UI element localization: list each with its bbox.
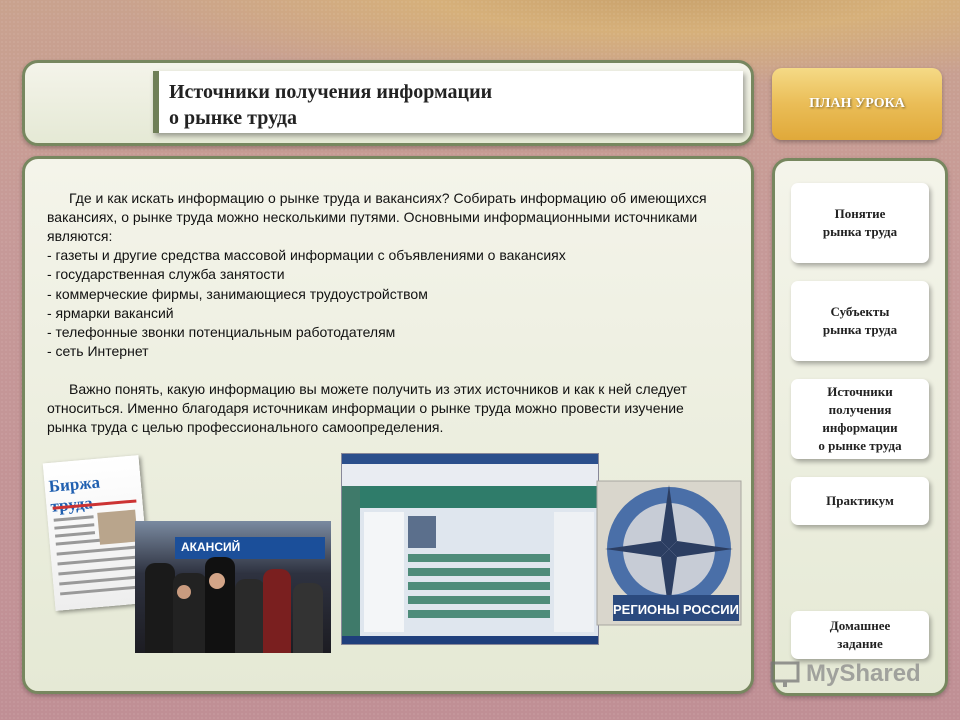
site-row	[408, 568, 550, 576]
intro-paragraph: Где и как искать информацию о рынке труд…	[47, 190, 707, 244]
nav-button-practicum[interactable]: Практикум	[791, 477, 929, 525]
nav-button-homework[interactable]: Домашнее задание	[791, 611, 929, 659]
navigation-panel: Понятие рынка труда Субъекты рынка труда…	[772, 158, 948, 696]
person-figure	[263, 569, 291, 653]
site-right-column	[554, 512, 594, 632]
site-row	[408, 610, 550, 618]
lesson-plan-button[interactable]: ПЛАН УРОКА	[772, 68, 942, 140]
person-figure	[235, 579, 265, 653]
taskbar	[342, 636, 598, 644]
site-row	[408, 582, 550, 590]
watermark: MyShared	[770, 656, 921, 692]
website-screenshot	[341, 453, 599, 645]
face	[177, 585, 191, 599]
face	[209, 573, 225, 589]
newspaper-line	[57, 555, 142, 566]
title-box: Источники получения информации о рынке т…	[153, 71, 743, 133]
content-text: Где и как искать информацию о рынке труд…	[47, 189, 727, 437]
browser-toolbar	[342, 464, 598, 486]
list-item: - ярмарки вакансий	[47, 304, 174, 321]
site-header	[360, 486, 598, 508]
person-figure	[173, 573, 207, 653]
newspaper-line	[56, 545, 141, 556]
compass-disc-icon: РЕГИОНЫ РОССИИ	[596, 480, 742, 626]
disc-caption: РЕГИОНЫ РОССИИ	[613, 602, 739, 617]
watermark-text: MyShared	[806, 660, 921, 687]
newspaper-line	[54, 523, 95, 530]
newspaper-line	[59, 575, 144, 586]
list-item: - газеты и другие средства массовой инфо…	[47, 247, 566, 263]
labor-market-disc-image: РЕГИОНЫ РОССИИ	[593, 477, 745, 629]
title-panel: Источники получения информации о рынке т…	[22, 60, 754, 146]
presentation-icon	[770, 661, 800, 687]
job-fair-photo: АКАНСИЙ	[135, 521, 331, 653]
site-sidebar	[342, 486, 360, 636]
newspaper-line	[60, 585, 144, 596]
content-panel: Где и как искать информацию о рынке труд…	[22, 156, 754, 694]
nav-button-information-sources[interactable]: Источники получения информации о рынке т…	[791, 379, 929, 459]
list-item: - сеть Интернет	[47, 343, 149, 360]
newspaper-photo	[97, 509, 138, 545]
list-item: - телефонные звонки потенциальным работо…	[47, 324, 396, 341]
slide-title: Источники получения информации о рынке т…	[169, 81, 493, 129]
person-figure	[205, 557, 235, 653]
site-menu	[364, 512, 404, 632]
person-figure	[293, 583, 323, 653]
job-fair-banner: АКАНСИЙ	[175, 537, 325, 559]
sources-list: - газеты и другие средства массовой инфо…	[47, 246, 727, 362]
newspaper-line	[54, 531, 96, 538]
newspaper-line	[53, 515, 94, 522]
nav-button-labor-market-subjects[interactable]: Субъекты рынка труда	[791, 281, 929, 361]
banner-text: АКАНСИЙ	[181, 540, 241, 554]
site-row	[408, 596, 550, 604]
list-item: - государственная служба занятости	[47, 266, 285, 283]
newspaper-line	[58, 565, 143, 576]
site-row	[408, 554, 550, 562]
person-figure	[145, 563, 175, 653]
nav-button-labor-market-concept[interactable]: Понятие рынка труда	[791, 183, 929, 263]
conclusion-paragraph: Важно понять, какую информацию вы можете…	[47, 380, 687, 435]
site-photo	[408, 516, 436, 548]
window-titlebar	[342, 454, 598, 464]
list-item: - коммерческие фирмы, занимающиеся трудо…	[47, 285, 428, 302]
